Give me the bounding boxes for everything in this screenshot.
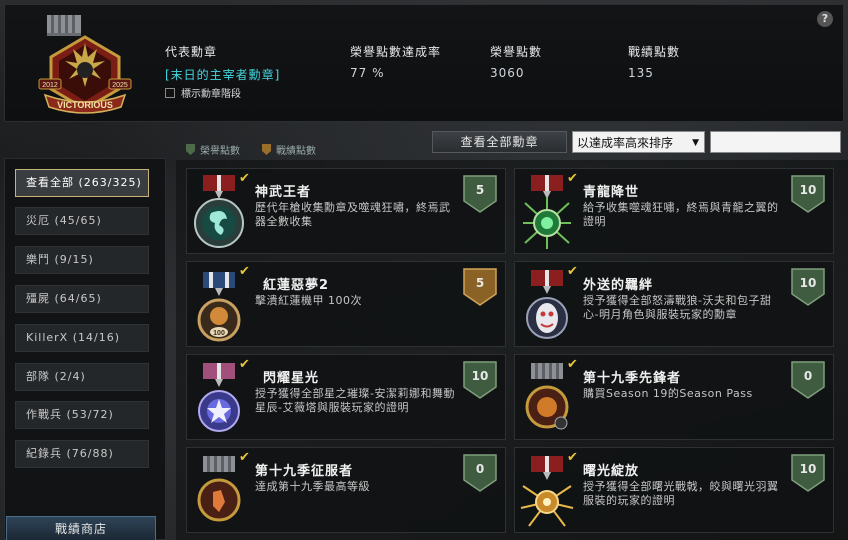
medal-title: 外送的羈絆: [583, 278, 654, 293]
legend-battle-label: 戰績點數: [276, 146, 316, 157]
medal-title: 第十九季征服者: [255, 464, 354, 479]
stat-battle-points: 戰績點數 135: [628, 43, 748, 83]
completed-check-icon: ✔: [567, 171, 578, 186]
medal-year-right: 2025: [112, 82, 128, 89]
medal-points: 0: [803, 369, 813, 383]
legend-honor-label: 榮譽點數: [200, 146, 240, 157]
sidebar-item-zombie[interactable]: 殭屍 (64/65): [15, 285, 149, 313]
medal-card[interactable]: ✔ 第十九季征服者 達成第十九季最高等級 0: [186, 447, 506, 533]
medal-points: 10: [471, 369, 489, 383]
completed-check-icon: ✔: [567, 264, 578, 279]
show-rank-label: 標示勳章階段: [181, 89, 241, 100]
medal-points: 0: [475, 462, 485, 476]
medal-card[interactable]: ✔ 曙光綻放 授予獲得全部曙光戰戟，皎與曙光羽翼服裝的玩家的證明 10: [514, 447, 834, 533]
stat-value: 3060: [490, 66, 525, 80]
stats-row: 代表勳章 [末日的主宰者勳章] 榮譽點數達成率 77 % 榮譽點數 3060 戰…: [165, 43, 748, 83]
victorious-medal-icon: 2012 2025 VICTORIOUS: [38, 15, 132, 114]
stat-representative: 代表勳章 [末日的主宰者勳章]: [165, 43, 350, 83]
sidebar-item-squad[interactable]: 部隊 (2/4): [15, 363, 149, 391]
battle-shop-button[interactable]: 戰績商店: [6, 516, 156, 540]
medal-card[interactable]: ✔ 青龍降世 給予收集噬魂狂嘯，終焉與青龍之翼的證明 10: [514, 168, 834, 254]
medal-card[interactable]: ✔ 第十九季先鋒者 購買Season 19的Season Pass 0: [514, 354, 834, 440]
completed-check-icon: ✔: [239, 450, 250, 465]
completed-check-icon: ✔: [239, 171, 250, 186]
stat-label: 榮譽點數: [490, 45, 543, 59]
svg-text:100: 100: [213, 330, 225, 337]
legend-honor: 榮譽點數: [186, 142, 240, 157]
medal-card[interactable]: ✔ 閃耀星光 授予獲得全部星之璀璨-安潔莉娜和舞動星辰-艾薇塔與服裝玩家的證明 …: [186, 354, 506, 440]
medal-card[interactable]: 100 ✔ 紅蓮惡夢2 擊潰紅蓮機甲 100次 5: [186, 261, 506, 347]
medal-description: 授予獲得全部怒濤戰狼-沃夫和包子甜心-明月角色與服裝玩家的勳章: [583, 294, 772, 321]
completed-check-icon: ✔: [567, 450, 578, 465]
completed-check-icon: ✔: [567, 357, 578, 372]
medal-title: 紅蓮惡夢2: [263, 278, 330, 293]
green-shield-icon: [186, 144, 195, 155]
medal-description: 歷代年槍收集勳章及噬魂狂嘯，終焉武器全數收集: [255, 201, 451, 228]
medal-card[interactable]: ✔ 外送的羈絆 授予獲得全部怒濤戰狼-沃夫和包子甜心-明月角色與服裝玩家的勳章 …: [514, 261, 834, 347]
sidebar-item-record[interactable]: 紀錄兵 (76/88): [15, 440, 149, 468]
sidebar-item-fun-battle[interactable]: 樂鬥 (9/15): [15, 246, 149, 274]
completed-check-icon: ✔: [239, 264, 250, 279]
medal-title: 青龍降世: [583, 185, 640, 200]
sort-selected-value: 以達成率高來排序: [577, 136, 674, 150]
medal-description: 達成第十九季最高等級: [255, 480, 370, 493]
representative-medal-value[interactable]: [末日的主宰者勳章]: [165, 66, 350, 83]
sidebar-item-all[interactable]: 查看全部 (263/325): [15, 169, 149, 197]
chevron-down-icon: ▼: [692, 138, 699, 148]
help-button[interactable]: ?: [817, 11, 833, 27]
medal-points: 5: [475, 183, 485, 197]
medal-description: 給予收集噬魂狂嘯，終焉與青龍之翼的證明: [583, 201, 779, 228]
stat-label: 戰績點數: [628, 45, 681, 59]
sort-dropdown[interactable]: 以達成率高來排序 ▼: [572, 131, 705, 153]
medal-title: 閃耀星光: [263, 371, 320, 386]
legend-battle: 戰績點數: [262, 142, 316, 157]
medal-card[interactable]: ✔ 神武王者 歷代年槍收集勳章及噬魂狂嘯，終焉武器全數收集 5: [186, 168, 506, 254]
medal-points: 10: [799, 462, 817, 476]
medal-description: 購買Season 19的Season Pass: [583, 387, 753, 400]
medal-points: 5: [475, 276, 485, 290]
view-all-medals-button[interactable]: 查看全部勳章: [432, 131, 567, 153]
medal-title: 第十九季先鋒者: [583, 371, 682, 386]
medal-banner-text: VICTORIOUS: [57, 100, 113, 110]
medal-points: 10: [799, 183, 817, 197]
sidebar-item-disaster[interactable]: 災厄 (45/65): [15, 207, 149, 235]
medal-description: 授予獲得全部星之璀璨-安潔莉娜和舞動星辰-艾薇塔與服裝玩家的證明: [255, 387, 455, 414]
search-input[interactable]: [710, 131, 841, 153]
medal-year-left: 2012: [42, 82, 58, 89]
medal-points: 10: [799, 276, 817, 290]
completed-check-icon: ✔: [239, 357, 250, 372]
stat-honor-points: 榮譽點數 3060: [490, 43, 628, 83]
show-rank-toggle[interactable]: 標示勳章階段: [165, 85, 241, 100]
stat-label: 代表勳章: [165, 45, 218, 59]
sidebar-item-killerx[interactable]: KillerX (14/16): [15, 324, 149, 352]
category-sidebar: 查看全部 (263/325) 災厄 (45/65) 樂鬥 (9/15) 殭屍 (…: [4, 158, 166, 540]
sidebar-item-soldier[interactable]: 作戰兵 (53/72): [15, 401, 149, 429]
medal-title: 曙光綻放: [583, 464, 640, 479]
show-rank-checkbox[interactable]: [165, 87, 175, 98]
stat-label: 榮譽點數達成率: [350, 45, 442, 59]
stat-value: 135: [628, 66, 654, 80]
stat-value: 77 %: [350, 66, 385, 80]
medal-description: 擊潰紅蓮機甲 100次: [255, 294, 362, 307]
points-legend: 榮譽點數 戰績點數: [186, 142, 316, 157]
medal-description: 授予獲得全部曙光戰戟，皎與曙光羽翼服裝的玩家的證明: [583, 480, 779, 507]
profile-header: ? 2012 2025 VICTORIOUS 代表勳章 [末日的主宰者勳章] 榮…: [4, 4, 844, 122]
gold-shield-icon: [262, 144, 271, 155]
stat-honor-rate: 榮譽點數達成率 77 %: [350, 43, 490, 83]
medal-title: 神武王者: [255, 185, 312, 200]
